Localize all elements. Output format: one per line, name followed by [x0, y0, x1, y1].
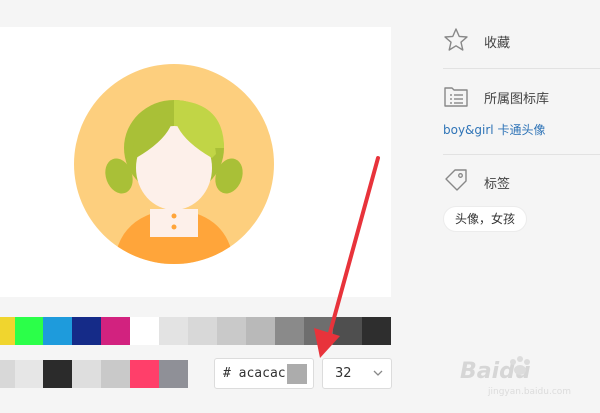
color-swatch[interactable] — [217, 317, 246, 345]
color-swatch[interactable] — [0, 360, 15, 388]
color-swatch[interactable] — [72, 360, 101, 388]
color-swatch[interactable] — [246, 317, 275, 345]
color-swatch[interactable] — [159, 317, 188, 345]
color-swatch[interactable] — [159, 360, 188, 388]
watermark-sub: jingyan.baidu.com — [487, 387, 571, 397]
color-swatch[interactable] — [15, 317, 43, 345]
color-palette-row-1 — [0, 317, 391, 345]
sidebar-divider — [443, 154, 600, 155]
tags-label: 标签 — [484, 177, 511, 192]
baidu-watermark-logo: Baidu jingyan.baidu.com — [460, 356, 571, 397]
tag-chip[interactable]: 头像，女孩 — [443, 206, 528, 232]
girl-avatar-image — [74, 64, 274, 264]
color-swatch[interactable] — [43, 360, 72, 388]
color-swatch[interactable] — [101, 317, 130, 345]
icon-preview-canvas — [0, 27, 391, 297]
color-swatch[interactable] — [130, 360, 159, 388]
color-swatch[interactable] — [304, 317, 333, 345]
icon-size-value: 32 — [335, 366, 352, 381]
color-swatch[interactable] — [43, 317, 72, 345]
favorite-label[interactable]: 收藏 — [484, 32, 510, 51]
color-swatch[interactable] — [362, 317, 391, 345]
library-label: 所属图标库 — [484, 92, 550, 107]
color-swatch[interactable] — [72, 317, 101, 345]
color-swatch[interactable] — [275, 317, 304, 345]
star-icon[interactable] — [443, 27, 469, 53]
current-color-chip[interactable] — [287, 364, 307, 384]
color-swatch[interactable] — [101, 360, 130, 388]
library-link[interactable]: boy&girl 卡通头像 — [443, 121, 545, 138]
chevron-down-icon — [373, 370, 383, 376]
color-swatch[interactable] — [15, 360, 43, 388]
color-swatch[interactable] — [0, 317, 15, 345]
color-swatch[interactable] — [130, 317, 159, 345]
hex-color-input[interactable]: # acacac — [214, 358, 314, 389]
color-palette-row-2 — [0, 360, 188, 388]
icon-size-select[interactable]: 32 — [322, 358, 392, 389]
sidebar-divider — [443, 68, 600, 69]
tag-icon — [445, 169, 467, 191]
color-swatch[interactable] — [333, 317, 362, 345]
folder-list-icon — [444, 87, 468, 107]
color-swatch[interactable] — [188, 317, 217, 345]
hex-color-value: # acacac — [223, 366, 286, 381]
